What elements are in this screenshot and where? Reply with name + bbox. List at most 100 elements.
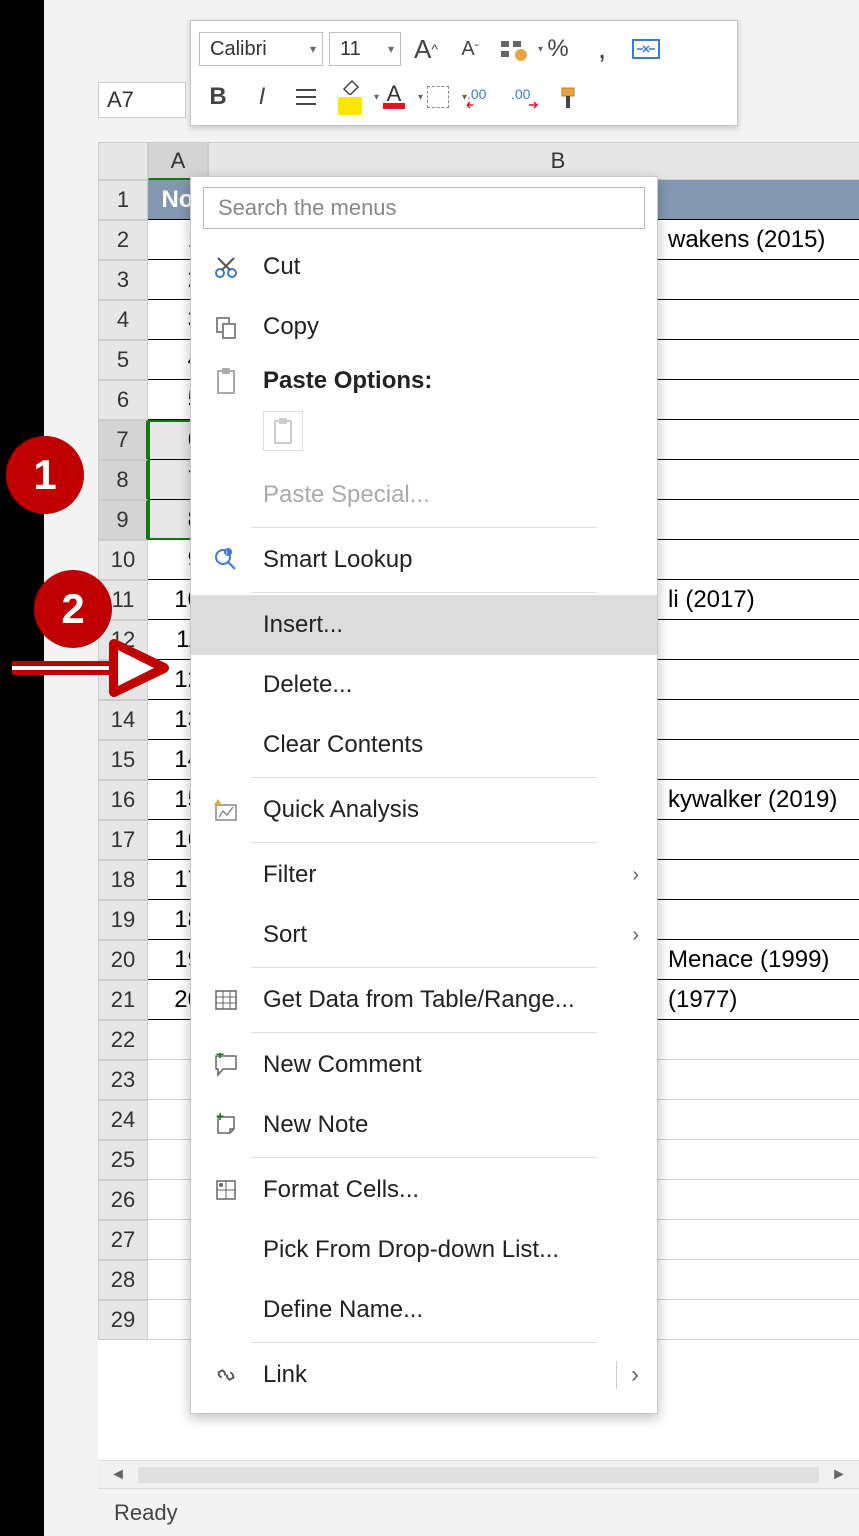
ctx-filter[interactable]: Filter › — [191, 845, 657, 905]
app-area: A7 Calibri ▾ 11 ▾ A^ Aˇ ▾ % , B — [44, 0, 859, 1536]
row-header[interactable]: 8 — [98, 460, 148, 500]
borders-button[interactable]: ▾ — [419, 78, 457, 116]
note-icon: + — [209, 1108, 243, 1142]
menu-separator — [251, 1032, 597, 1033]
font-name-select[interactable]: Calibri ▾ — [199, 32, 323, 66]
scissors-icon — [209, 250, 243, 284]
fill-color-button[interactable]: ▾ — [331, 78, 369, 116]
row-header[interactable]: 23 — [98, 1060, 148, 1100]
align-icon — [294, 87, 318, 107]
context-menu: Search the menus Cut Copy Paste Options:… — [190, 176, 658, 1414]
row-header[interactable]: 3 — [98, 260, 148, 300]
row-header[interactable]: 9 — [98, 500, 148, 540]
row-header[interactable]: 27 — [98, 1220, 148, 1260]
row-header[interactable]: 10 — [98, 540, 148, 580]
paste-options-row — [191, 405, 657, 465]
chevron-down-icon: ▾ — [310, 42, 316, 56]
percent-style-button[interactable]: % — [539, 30, 577, 68]
font-size-value: 11 — [340, 38, 361, 61]
row-header[interactable]: 4 — [98, 300, 148, 340]
ctx-pick-from-list[interactable]: Pick From Drop-down List... — [191, 1220, 657, 1280]
row-header[interactable]: 17 — [98, 820, 148, 860]
paste-option-button — [263, 411, 303, 451]
row-header[interactable]: 16 — [98, 780, 148, 820]
row-header[interactable]: 15 — [98, 740, 148, 780]
ctx-smart-lookup[interactable]: i Smart Lookup — [191, 530, 657, 590]
font-color-button[interactable]: A ▾ — [375, 78, 413, 116]
paint-bucket-icon — [340, 79, 360, 95]
svg-text:.00: .00 — [467, 86, 487, 102]
ctx-new-comment[interactable]: + New Comment — [191, 1035, 657, 1095]
ctx-get-data[interactable]: Get Data from Table/Range... — [191, 970, 657, 1030]
ctx-insert[interactable]: Insert... — [191, 595, 657, 655]
menu-separator — [251, 967, 597, 968]
ctx-link[interactable]: Link › — [191, 1345, 657, 1405]
menu-separator — [251, 1342, 597, 1343]
row-header[interactable]: 26 — [98, 1180, 148, 1220]
row-header[interactable]: 7 — [98, 420, 148, 460]
increase-decimal-button[interactable]: .00 — [507, 78, 545, 116]
name-box[interactable]: A7 — [98, 82, 186, 118]
ctx-clear-contents[interactable]: Clear Contents — [191, 715, 657, 775]
row-header[interactable]: 29 — [98, 1300, 148, 1340]
ctx-label: Paste Options: — [263, 367, 639, 395]
increase-font-size-button[interactable]: A^ — [407, 30, 445, 68]
row-header[interactable]: 21 — [98, 980, 148, 1020]
conditional-format-button[interactable]: ▾ — [495, 30, 533, 68]
row-header[interactable]: 1 — [98, 180, 148, 220]
menu-separator — [251, 527, 597, 528]
ctx-delete[interactable]: Delete... — [191, 655, 657, 715]
scrollbar-track[interactable] — [138, 1467, 819, 1483]
decrease-decimal-button[interactable]: .00 — [463, 78, 501, 116]
menu-separator — [251, 1157, 597, 1158]
quick-analysis-icon — [209, 793, 243, 827]
decrease-font-size-button[interactable]: Aˇ — [451, 30, 489, 68]
ctx-label: Delete... — [263, 671, 639, 699]
format-painter-button[interactable] — [551, 78, 589, 116]
select-all-corner[interactable] — [98, 142, 148, 180]
horizontal-scrollbar[interactable]: ◄ ► — [98, 1460, 859, 1488]
annotation-arrow — [4, 636, 170, 700]
row-header[interactable]: 6 — [98, 380, 148, 420]
ctx-label: Format Cells... — [263, 1176, 639, 1204]
font-size-select[interactable]: 11 ▾ — [329, 32, 401, 66]
row-header[interactable]: 25 — [98, 1140, 148, 1180]
scroll-left-button[interactable]: ◄ — [106, 1465, 130, 1485]
comma-style-button[interactable]: , — [583, 30, 621, 68]
merge-center-button[interactable] — [627, 30, 665, 68]
menu-search-input[interactable]: Search the menus — [203, 187, 645, 229]
ctx-format-cells[interactable]: Format Cells... — [191, 1160, 657, 1220]
row-header[interactable]: 18 — [98, 860, 148, 900]
row-header[interactable]: 19 — [98, 900, 148, 940]
ctx-paste-options-header: Paste Options: — [191, 357, 657, 405]
copy-icon — [209, 310, 243, 344]
comment-icon: + — [209, 1048, 243, 1082]
ctx-paste-special: Paste Special... — [191, 465, 657, 525]
ctx-label: Link — [263, 1361, 596, 1389]
ctx-new-note[interactable]: + New Note — [191, 1095, 657, 1155]
row-header[interactable]: 24 — [98, 1100, 148, 1140]
ctx-sort[interactable]: Sort › — [191, 905, 657, 965]
ctx-copy[interactable]: Copy — [191, 297, 657, 357]
scroll-right-button[interactable]: ► — [827, 1465, 851, 1485]
bold-button[interactable]: B — [199, 78, 237, 116]
smart-lookup-icon: i — [209, 543, 243, 577]
row-header[interactable]: 28 — [98, 1260, 148, 1300]
column-header-b[interactable]: B — [208, 142, 859, 180]
ctx-quick-analysis[interactable]: Quick Analysis — [191, 780, 657, 840]
ctx-label: Get Data from Table/Range... — [263, 986, 639, 1014]
ctx-cut[interactable]: Cut — [191, 237, 657, 297]
row-header[interactable]: 22 — [98, 1020, 148, 1060]
align-button[interactable] — [287, 78, 325, 116]
row-header[interactable]: 20 — [98, 940, 148, 980]
row-header[interactable]: 5 — [98, 340, 148, 380]
column-header-a[interactable]: A — [148, 142, 208, 180]
ctx-define-name[interactable]: Define Name... — [191, 1280, 657, 1340]
italic-button[interactable]: I — [243, 78, 281, 116]
table-icon — [209, 983, 243, 1017]
status-ready: Ready — [114, 1500, 178, 1526]
clipboard-icon — [209, 364, 243, 398]
row-header[interactable]: 2 — [98, 220, 148, 260]
row-header[interactable]: 14 — [98, 700, 148, 740]
chevron-right-icon: › — [616, 1361, 639, 1389]
